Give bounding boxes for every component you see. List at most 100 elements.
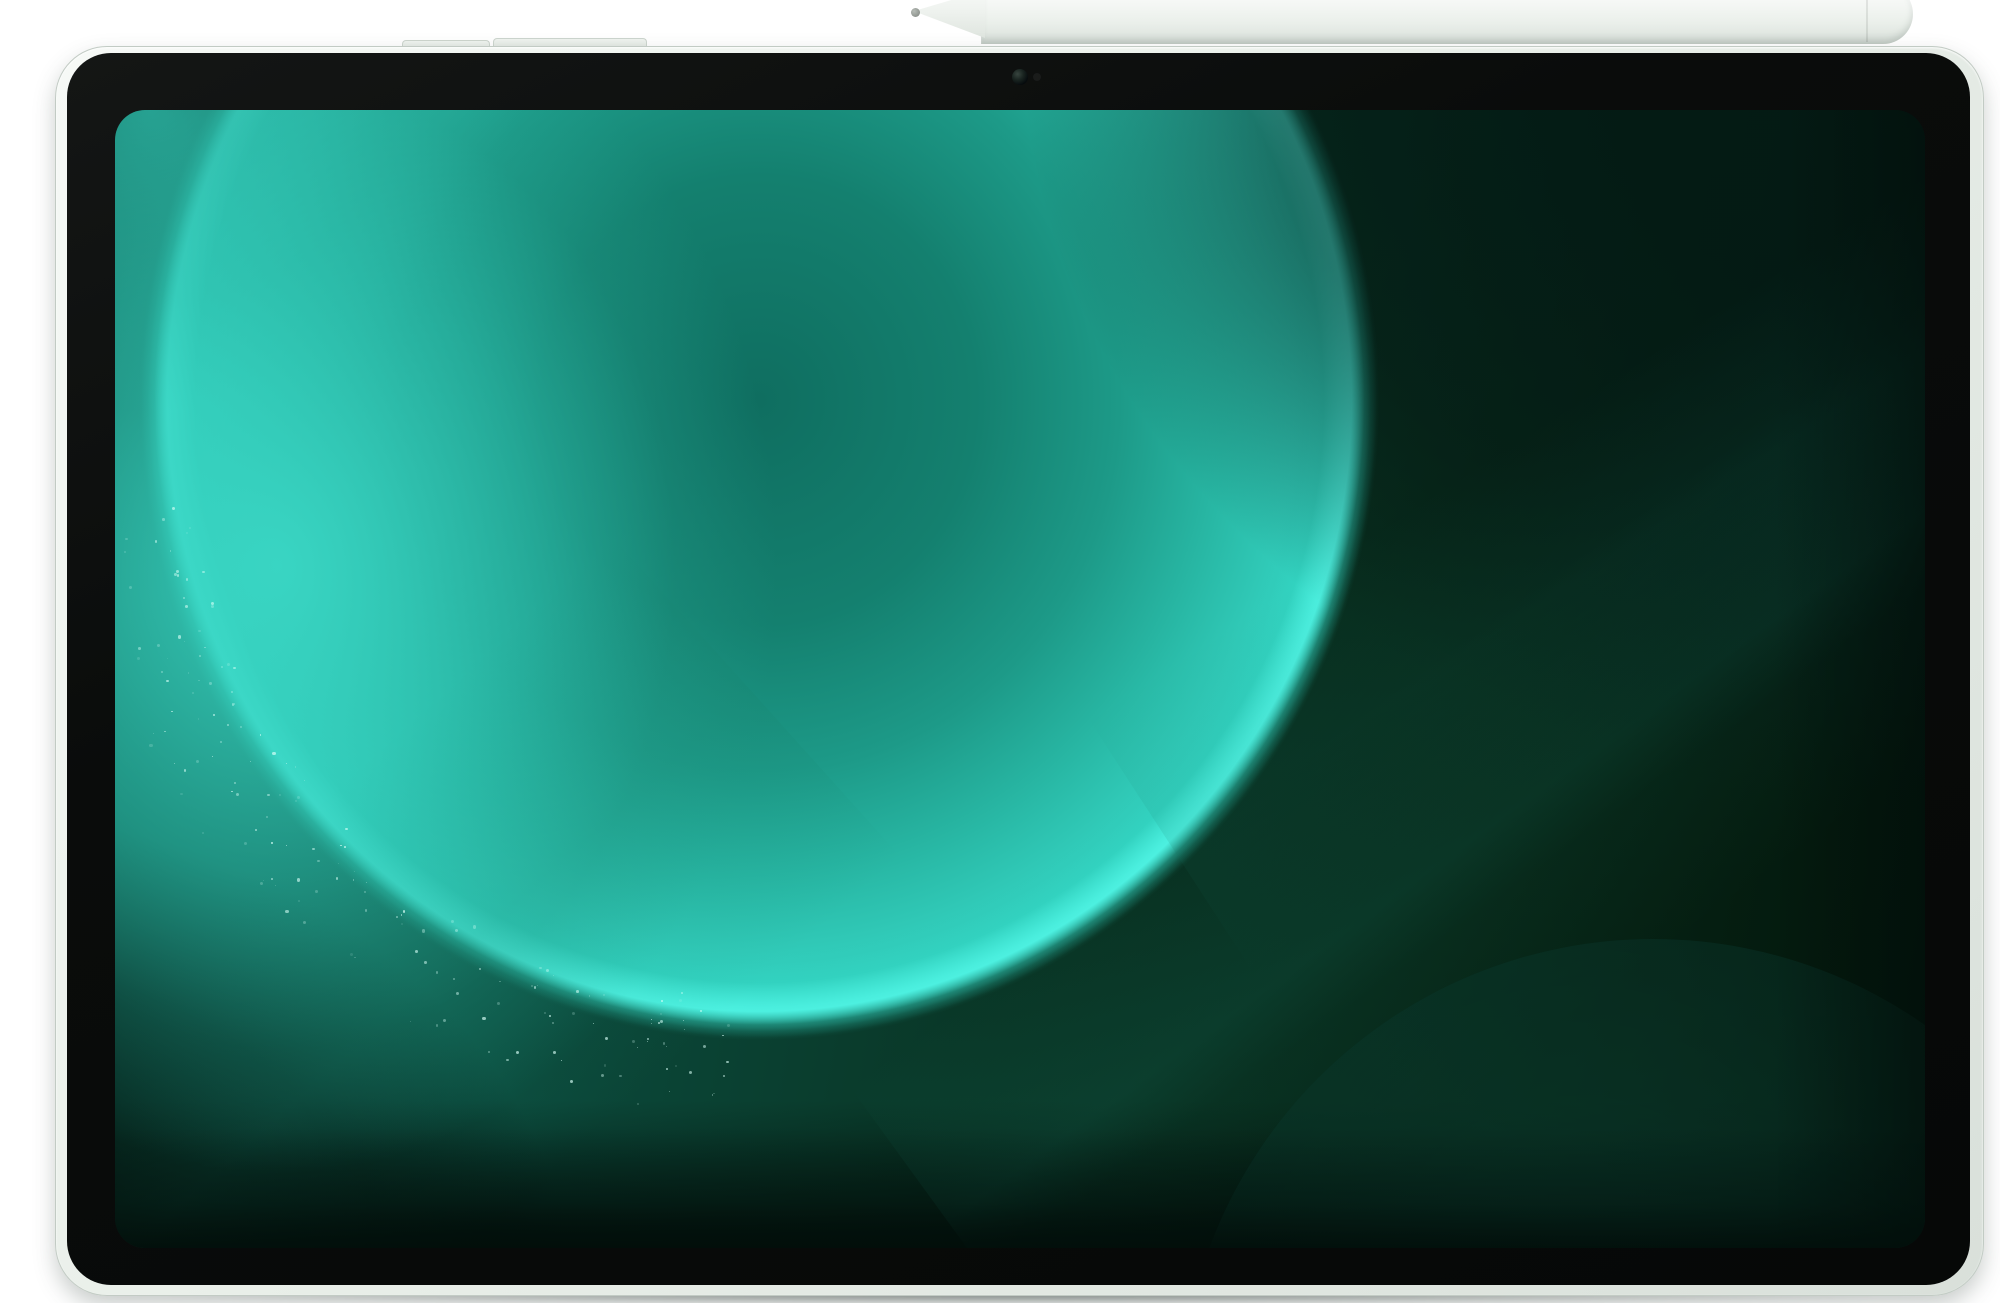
wallpaper-secondary-circle — [1180, 939, 1925, 1248]
sparkle-dot — [227, 663, 230, 666]
sparkle-dot — [601, 1074, 604, 1077]
sparkle-dot — [138, 647, 141, 650]
sparkle-dot — [436, 971, 439, 974]
sparkle-dot — [713, 1093, 715, 1095]
tablet-screen[interactable] — [115, 110, 1925, 1248]
stylus-cap-seam — [1866, 0, 1868, 42]
sparkle-dot — [637, 1103, 638, 1104]
sparkle-dot — [198, 630, 201, 633]
sparkle-dot — [155, 540, 157, 542]
sparkle-dot — [661, 1000, 663, 1002]
sparkle-dot — [552, 1022, 554, 1024]
sparkle-dot — [178, 635, 181, 638]
sparkle-dot — [192, 692, 194, 694]
sparkle-dot — [681, 992, 683, 994]
sparkle-dot — [593, 1023, 594, 1024]
sparkle-dot — [651, 1019, 652, 1020]
sparkle-dot — [366, 882, 367, 883]
sparkle-dot — [298, 900, 300, 902]
sparkle-dot — [260, 734, 261, 735]
product-photo-stage — [0, 0, 2000, 1303]
sparkle-dot — [647, 1041, 648, 1042]
sparkle-dot — [176, 570, 179, 573]
sparkle-dot — [553, 1051, 556, 1054]
sparkle-dot — [184, 769, 186, 771]
sparkle-dot — [303, 921, 306, 924]
sparkle-dot — [415, 950, 418, 953]
sparkle-dot — [171, 711, 172, 712]
sparkle-dot — [315, 890, 318, 893]
sparkle-dot — [266, 816, 269, 819]
sparkle-dot — [255, 829, 257, 831]
sparkle-dot — [234, 703, 236, 705]
sparkle-dot — [137, 657, 140, 660]
sparkle-dot — [572, 1012, 575, 1015]
sparkle-dot — [499, 981, 501, 983]
sparkle-dot — [271, 842, 272, 843]
sparkle-dot — [401, 923, 403, 925]
sparkle-dot — [723, 1075, 725, 1077]
sparkle-dot — [184, 641, 185, 642]
sparkle-dot — [546, 969, 549, 972]
sparkle-dot — [727, 1024, 730, 1027]
stylus[interactable] — [913, 0, 1913, 44]
sparkle-dot — [703, 1045, 706, 1048]
sparkle-dot — [410, 1021, 411, 1022]
sparkle-dot — [221, 666, 223, 668]
sparkle-dot — [183, 597, 185, 599]
sparkle-dot — [295, 800, 296, 801]
sparkle-dot — [354, 957, 356, 959]
sparkle-dot — [149, 744, 152, 747]
sparkle-dot — [488, 1051, 491, 1054]
sparkle-dot — [422, 929, 425, 932]
sparkle-dot — [250, 761, 252, 763]
sparkle-dot — [236, 793, 239, 796]
sparkle-dot — [202, 571, 205, 574]
sparkle-dot — [209, 682, 211, 684]
sparkle-dot — [666, 1046, 667, 1047]
sparkle-dot — [198, 718, 200, 720]
sparkle-dot — [344, 846, 346, 848]
sparkle-dot — [285, 910, 288, 913]
stylus-body — [981, 0, 1913, 44]
sparkle-dot — [286, 845, 287, 846]
sparkle-dot — [172, 507, 175, 510]
sparkle-dot — [647, 1038, 649, 1040]
sparkle-dot — [166, 680, 169, 683]
sparkle-dot — [451, 920, 454, 923]
sparkle-dot — [604, 1064, 607, 1067]
sparkle-dot — [295, 766, 297, 768]
sparkle-dot — [198, 680, 200, 682]
sparkle-dot — [353, 879, 355, 881]
sparkle-dot — [202, 832, 205, 835]
sparkle-dot — [401, 914, 403, 916]
sparkle-dot — [129, 586, 132, 589]
sparkle-dot — [549, 1015, 551, 1017]
sparkle-dot — [660, 1020, 663, 1023]
sparkle-dot — [170, 550, 172, 552]
sparkle-dot — [212, 756, 213, 757]
sparkle-dot — [364, 891, 366, 893]
sparkle-dot — [213, 714, 214, 715]
sparkle-dot — [683, 1020, 684, 1021]
sparkle-dot — [531, 985, 533, 987]
sparkle-dot — [234, 782, 236, 784]
sparkle-dot — [186, 532, 188, 534]
sparkle-dot — [544, 1012, 546, 1014]
sparkle-dot — [199, 655, 201, 657]
sparkle-dot — [338, 863, 340, 865]
sparkle-dot — [651, 1023, 652, 1024]
sparkle-dot — [312, 848, 315, 851]
sparkle-dot — [516, 1051, 519, 1054]
sparkle-dot — [263, 880, 264, 881]
sparkle-dot — [632, 1040, 635, 1043]
sparkle-dot — [286, 763, 287, 764]
sparkle-dot — [722, 1035, 724, 1037]
sparkle-dot — [153, 733, 155, 735]
front-camera-icon — [1012, 69, 1028, 85]
sparkle-dot — [227, 724, 229, 726]
sparkle-dot — [124, 551, 126, 553]
sparkle-dot — [174, 763, 175, 764]
sparkle-dot — [455, 929, 458, 932]
sparkle-dot — [570, 1080, 573, 1083]
